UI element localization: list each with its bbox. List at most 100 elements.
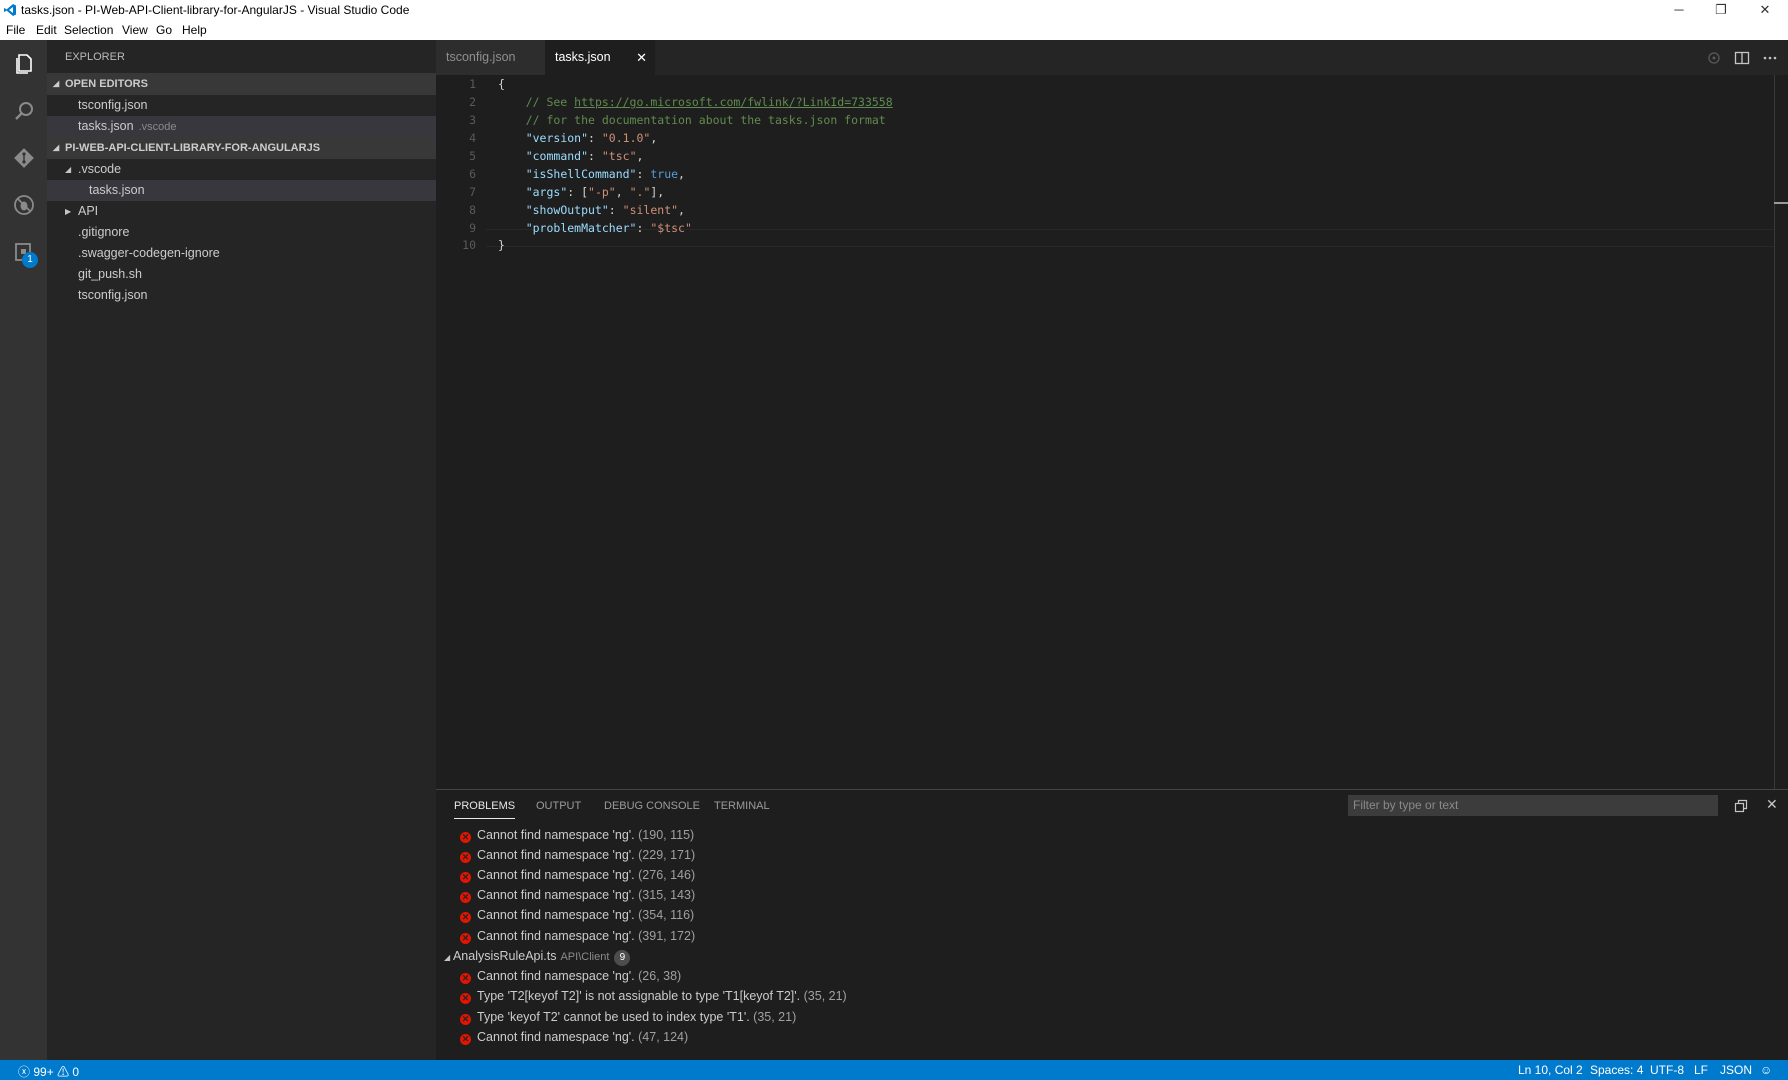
tree-file-tasks[interactable]: tasks.json: [47, 180, 436, 201]
language-mode[interactable]: JSON: [1720, 1063, 1752, 1077]
extensions-badge: 1: [22, 252, 38, 268]
code-line: "version": "0.1.0",: [525, 131, 658, 145]
debug-icon: [13, 194, 34, 215]
encoding-status[interactable]: UTF-8: [1650, 1063, 1684, 1077]
tree-file-gitignore[interactable]: .gitignore: [47, 222, 436, 243]
code-link[interactable]: https://go.microsoft.com/fwlink/?LinkId=…: [574, 95, 893, 109]
problem-item[interactable]: ✕ Cannot find namespace 'ng'. (391, 172): [460, 929, 695, 944]
tab-debug-console[interactable]: DEBUG CONSOLE: [604, 800, 700, 812]
tree-folder-api[interactable]: ▶ API: [47, 201, 436, 222]
tree-item-label: git_push.sh: [78, 267, 142, 281]
problem-item[interactable]: ✕ Type 'keyof T2' cannot be used to index…: [460, 1010, 796, 1025]
source-control-activity[interactable]: [0, 134, 47, 181]
close-icon[interactable]: ✕: [636, 40, 647, 75]
warning-icon: ⚠: [57, 1065, 70, 1079]
menu-bar: File Edit Selection View Go Help: [0, 21, 1788, 40]
tab-tsconfig[interactable]: tsconfig.json: [436, 40, 545, 75]
problem-item[interactable]: ✕ Cannot find namespace 'ng'. (190, 115): [460, 828, 694, 843]
line-number: 5: [469, 149, 476, 163]
problem-file-group[interactable]: ◢ AnalysisRuleApi.ts API\Client 9: [444, 949, 631, 966]
error-icon: ✕: [460, 1014, 471, 1025]
tab-tasks[interactable]: tasks.json ✕: [545, 40, 655, 75]
window-title: tasks.json - PI-Web-API-Client-library-f…: [21, 3, 410, 17]
feedback-smiley-icon[interactable]: ☺: [1760, 1063, 1772, 1077]
problem-item[interactable]: ✕ Cannot find namespace 'ng'. (47, 124): [460, 1030, 688, 1045]
problem-item[interactable]: ✕ Cannot find namespace 'ng'. (315, 143): [460, 888, 695, 903]
tab-problems[interactable]: PROBLEMS: [454, 800, 516, 819]
problem-file-name: AnalysisRuleApi.ts: [452, 949, 557, 963]
tree-file-gitpush[interactable]: git_push.sh: [47, 264, 436, 285]
tab-output[interactable]: OUTPUT: [536, 800, 581, 812]
problem-item[interactable]: ✕ Cannot find namespace 'ng'. (26, 38): [460, 969, 681, 984]
problem-position: (35, 21): [803, 989, 847, 1003]
error-icon: ✕: [460, 872, 471, 883]
cursor-ruler-marker: [1774, 202, 1788, 204]
maximize-panel-icon[interactable]: [1734, 799, 1748, 813]
menu-view[interactable]: View: [122, 23, 148, 37]
vscode-logo-icon: [4, 4, 16, 16]
code-brace: }: [498, 238, 505, 252]
error-icon: ✕: [460, 832, 471, 843]
close-window-button[interactable]: ✕: [1742, 0, 1788, 21]
problem-file-path: API\Client: [560, 951, 610, 963]
more-actions-icon[interactable]: [1762, 50, 1778, 66]
open-changes-icon[interactable]: [1706, 50, 1722, 66]
line-number: 6: [469, 167, 476, 181]
menu-file[interactable]: File: [6, 23, 25, 37]
cursor-position[interactable]: Ln 10, Col 2: [1518, 1063, 1583, 1077]
chevron-down-icon: ◢: [444, 953, 451, 962]
open-editors-header[interactable]: ◢ OPEN EDITORS: [47, 73, 436, 95]
minimize-button[interactable]: ─: [1656, 0, 1702, 21]
scrollbar-track[interactable]: [1774, 75, 1775, 789]
tree-file-tsconfig[interactable]: tsconfig.json: [47, 285, 436, 306]
code-string: "silent": [622, 203, 679, 217]
problem-item[interactable]: ✕ Cannot find namespace 'ng'. (354, 116): [460, 908, 694, 923]
problem-position: (190, 115): [638, 828, 695, 842]
error-count-status[interactable]: ⓧ 99+ ⚠ 0: [18, 1063, 79, 1080]
code-string: "-p": [588, 185, 616, 199]
code-key: "args": [525, 185, 568, 199]
chevron-down-icon: ◢: [53, 143, 60, 152]
split-editor-icon[interactable]: [1734, 50, 1750, 66]
project-header[interactable]: ◢ PI-WEB-API-CLIENT-LIBRARY-FOR-ANGULARJ…: [47, 137, 436, 159]
search-activity[interactable]: [0, 87, 47, 134]
filter-input[interactable]: Filter by type or text: [1348, 795, 1718, 816]
tree-item-label: .swagger-codegen-ignore: [78, 246, 220, 260]
line-number: 8: [469, 203, 476, 217]
code-comment: // for the documentation about the tasks…: [498, 113, 886, 127]
status-bar: ⓧ 99+ ⚠ 0 Ln 10, Col 2 Spaces: 4 UTF-8 L…: [0, 1060, 1788, 1080]
project-label: PI-WEB-API-CLIENT-LIBRARY-FOR-ANGULARJS: [65, 142, 321, 154]
error-icon: ✕: [460, 993, 471, 1004]
tree-folder-vscode[interactable]: ◢ .vscode: [47, 159, 436, 180]
problem-item[interactable]: ✕ Type 'T2[keyof T2]' is not assignable t…: [460, 989, 847, 1004]
tree-file-swagger[interactable]: .swagger-codegen-ignore: [47, 243, 436, 264]
open-editor-item[interactable]: tasks.json .vscode: [47, 116, 436, 137]
tree-item-label: API: [78, 204, 99, 218]
problem-position: (276, 146): [638, 868, 696, 882]
chevron-down-icon: ◢: [53, 79, 60, 88]
menu-help[interactable]: Help: [182, 23, 207, 37]
line-number: 9: [469, 221, 476, 235]
menu-selection[interactable]: Selection: [64, 23, 113, 37]
open-editor-desc: .vscode: [138, 121, 177, 133]
sidebar-title: EXPLORER: [65, 51, 125, 63]
explorer-activity[interactable]: [0, 40, 47, 87]
files-icon: [15, 53, 32, 74]
error-status-icon: ⓧ: [18, 1065, 31, 1079]
restore-button[interactable]: ❐: [1698, 0, 1744, 21]
problem-position: (35, 21): [753, 1010, 797, 1024]
close-panel-icon[interactable]: ✕: [1766, 796, 1778, 813]
debug-activity[interactable]: [0, 181, 47, 228]
problem-item[interactable]: ✕ Cannot find namespace 'ng'. (229, 171): [460, 848, 695, 863]
problem-item[interactable]: ✕ Cannot find namespace 'ng'. (276, 146): [460, 868, 695, 883]
code-line: "problemMatcher": "$tsc": [525, 221, 692, 235]
open-editor-item[interactable]: tsconfig.json: [47, 95, 436, 116]
extensions-activity[interactable]: 1: [0, 228, 47, 275]
menu-go[interactable]: Go: [156, 23, 172, 37]
code-editor[interactable]: 1 2 3 4 5 6 7 8 9 10 { // See https://go…: [436, 75, 1788, 789]
eol-status[interactable]: LF: [1694, 1063, 1708, 1077]
problems-panel: PROBLEMS OUTPUT DEBUG CONSOLE TERMINAL F…: [436, 789, 1788, 1060]
indentation-status[interactable]: Spaces: 4: [1590, 1063, 1643, 1077]
menu-edit[interactable]: Edit: [36, 23, 57, 37]
tab-terminal[interactable]: TERMINAL: [714, 800, 770, 812]
